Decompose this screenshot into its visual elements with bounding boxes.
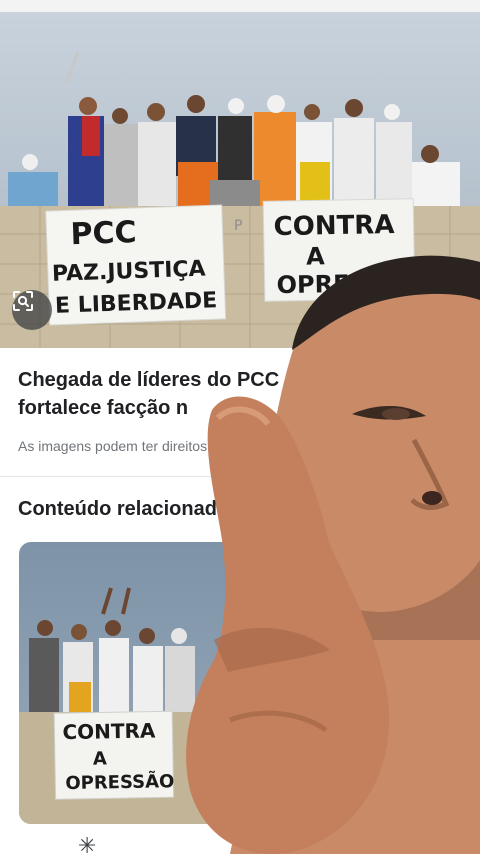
hero-image[interactable]: P PCC PAZ.JUSTIÇA E LIBERDADE CONTRA A O…: [0, 12, 480, 348]
banner-left-line2: PAZ.JUSTIÇA: [52, 257, 206, 287]
status-strip: [0, 0, 480, 12]
banner-right-line3: OPRESSÃO: [276, 268, 422, 300]
banner-right-line2: A: [306, 242, 325, 270]
article-title[interactable]: Chegada de líderes do PCC fortalece facç…: [18, 366, 318, 422]
lens-search-icon: [13, 291, 33, 311]
related-card-banner: CONTRA A OPRESSÃO: [62, 718, 174, 794]
banner-texts: PCC PAZ.JUSTIÇA E LIBERDADE CONTRA A OPR…: [52, 210, 423, 319]
related-card[interactable]: CONTRA A OPRESSÃO: [19, 542, 235, 824]
related-banner-line1: CONTRA: [62, 718, 156, 744]
banner-left-line3: E LIBERDADE: [55, 288, 218, 319]
section-divider: [0, 476, 480, 477]
eye-shape: [352, 405, 426, 420]
banner-left-line1: PCC: [70, 215, 137, 252]
article-title-line2: fortalece facção n: [18, 397, 189, 419]
sparkle-icon[interactable]: ✳: [78, 835, 96, 854]
lens-search-button[interactable]: [12, 290, 52, 330]
banner-right-line1: CONTRA: [273, 210, 394, 242]
related-card-next[interactable]: [244, 542, 268, 632]
related-banner-line3: OPRESSÃO: [65, 769, 174, 794]
bottom-nav: [0, 832, 480, 854]
article-title-line1: Chegada de líderes do PCC: [18, 369, 280, 391]
image-rights-caption: As imagens podem ter direitos: [18, 438, 208, 454]
related-content-heading: Conteúdo relacionado: [18, 498, 230, 520]
related-banner-line2: A: [93, 748, 107, 769]
